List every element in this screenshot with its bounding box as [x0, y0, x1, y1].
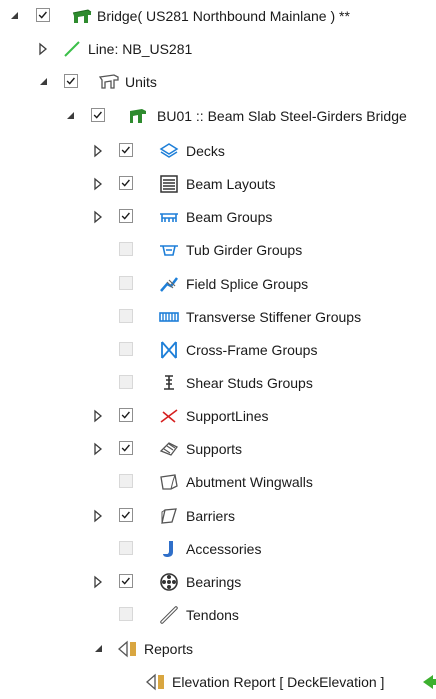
reports-icon	[118, 640, 136, 658]
decks-icon	[159, 143, 179, 158]
tree-row-shear-studs-groups[interactable]: Shear Studs Groups	[0, 367, 436, 400]
expand-arrow-icon[interactable]	[91, 509, 105, 523]
expand-arrow-icon[interactable]	[91, 144, 105, 158]
tree-label: Shear Studs Groups	[186, 375, 313, 391]
tree-label: Bridge( US281 Northbound Mainlane ) **	[97, 8, 350, 24]
tree-row-units[interactable]: Units	[0, 66, 436, 99]
tree-row-unit-bu01[interactable]: BU01 :: Beam Slab Steel-Girders Bridge	[0, 100, 436, 133]
supports-icon	[159, 442, 178, 456]
barrier-icon	[161, 508, 177, 524]
checkbox-barriers[interactable]	[119, 508, 133, 522]
expand-arrow-icon[interactable]	[91, 575, 105, 589]
checkbox-tub-girder-groups[interactable]	[119, 242, 133, 256]
tree-row-bridge[interactable]: Bridge( US281 Northbound Mainlane ) **	[0, 0, 436, 33]
expand-arrow-icon[interactable]	[91, 210, 105, 224]
tree-row-beam-layouts[interactable]: Beam Layouts	[0, 168, 436, 201]
beam-groups-icon	[160, 213, 178, 222]
tree-row-bearings[interactable]: Bearings	[0, 566, 436, 599]
checkbox-unit[interactable]	[91, 108, 105, 122]
checkbox-supportlines[interactable]	[119, 408, 133, 422]
tree-row-reports[interactable]: Reports	[0, 633, 436, 666]
arrow-left-icon	[423, 675, 436, 689]
tree-label: Line: NB_US281	[88, 41, 193, 57]
checkbox-shear-studs-groups[interactable]	[119, 375, 133, 389]
checkbox-bearings[interactable]	[119, 574, 133, 588]
expand-arrow-icon[interactable]	[91, 442, 105, 456]
collapse-arrow-icon[interactable]	[91, 642, 105, 656]
support-lines-icon	[160, 409, 178, 423]
tree-label: Beam Groups	[186, 209, 273, 225]
collapse-arrow-icon[interactable]	[7, 9, 21, 23]
tree-label: Reports	[144, 641, 194, 657]
tree-label: SupportLines	[186, 408, 269, 424]
tree-label: Units	[125, 74, 157, 90]
tree-row-supports[interactable]: Supports	[0, 433, 436, 466]
tree-row-barriers[interactable]: Barriers	[0, 500, 436, 533]
bearings-icon	[160, 573, 178, 591]
tree-row-beam-groups[interactable]: Beam Groups	[0, 201, 436, 234]
units-icon	[98, 74, 119, 89]
accessories-icon	[163, 541, 173, 557]
tree-row-abutment-wingwalls[interactable]: Abutment Wingwalls	[0, 466, 436, 499]
tree-row-decks[interactable]: Decks	[0, 135, 436, 168]
tree-row-tub-girder-groups[interactable]: Tub Girder Groups	[0, 234, 436, 267]
tub-girder-icon	[160, 245, 178, 256]
checkbox-supports[interactable]	[119, 441, 133, 455]
model-tree: Bridge( US281 Northbound Mainlane ) ** L…	[0, 0, 436, 691]
tree-row-line[interactable]: Line: NB_US281	[0, 33, 436, 66]
checkbox-units[interactable]	[64, 74, 78, 88]
wingwall-icon	[160, 474, 178, 490]
collapse-arrow-icon[interactable]	[36, 75, 50, 89]
tree-label: Field Splice Groups	[186, 276, 309, 292]
tree-row-field-splice-groups[interactable]: Field Splice Groups	[0, 268, 436, 301]
report-icon	[146, 673, 164, 691]
checkbox-field-splice-groups[interactable]	[119, 276, 133, 290]
checkbox-cross-frame-groups[interactable]	[119, 342, 133, 356]
stiffener-icon	[159, 312, 179, 322]
checkbox-accessories[interactable]	[119, 541, 133, 555]
tendons-icon	[160, 606, 178, 624]
expand-arrow-icon[interactable]	[36, 42, 50, 56]
tree-row-supportlines[interactable]: SupportLines	[0, 400, 436, 433]
beam-layouts-icon	[160, 175, 178, 193]
tree-row-accessories[interactable]: Accessories	[0, 533, 436, 566]
tree-label: Tendons	[186, 607, 239, 623]
tree-label: Beam Layouts	[186, 176, 276, 192]
checkbox-tendons[interactable]	[119, 607, 133, 621]
tree-label: Accessories	[186, 541, 262, 557]
tree-label: Elevation Report [ DeckElevation ]	[172, 674, 385, 690]
tree-label: Transverse Stiffener Groups	[186, 309, 362, 325]
checkbox-beam-layouts[interactable]	[119, 176, 133, 190]
tree-label: Barriers	[186, 508, 236, 524]
collapse-arrow-icon[interactable]	[63, 109, 77, 123]
tree-row-tendons[interactable]: Tendons	[0, 599, 436, 632]
tree-label: Bearings	[186, 574, 242, 590]
tree-row-cross-frame-groups[interactable]: Cross-Frame Groups	[0, 334, 436, 367]
checkbox-transverse-stiffener-groups[interactable]	[119, 309, 133, 323]
tree-row-transverse-stiffener-groups[interactable]: Transverse Stiffener Groups	[0, 301, 436, 334]
checkbox-beam-groups[interactable]	[119, 209, 133, 223]
tree-label: Cross-Frame Groups	[186, 342, 318, 358]
tree-row-elevation-report[interactable]: Elevation Report [ DeckElevation ]	[0, 666, 436, 699]
tree-label: Decks	[186, 143, 225, 159]
shear-studs-icon	[164, 375, 174, 390]
tree-label: BU01 :: Beam Slab Steel-Girders Bridge	[157, 108, 407, 124]
bridge-icon	[72, 9, 92, 23]
tree-label: Abutment Wingwalls	[186, 474, 313, 490]
unit-icon	[130, 109, 146, 123]
expand-arrow-icon[interactable]	[91, 409, 105, 423]
tree-label: Tub Girder Groups	[186, 242, 303, 258]
cross-frame-icon	[161, 341, 177, 359]
tree-label: Supports	[186, 441, 243, 457]
checkbox-abutment-wingwalls[interactable]	[119, 474, 133, 488]
field-splice-icon	[160, 277, 178, 292]
checkbox-decks[interactable]	[119, 143, 133, 157]
line-icon	[64, 41, 80, 57]
expand-arrow-icon[interactable]	[91, 177, 105, 191]
checkbox-bridge[interactable]	[36, 8, 50, 22]
